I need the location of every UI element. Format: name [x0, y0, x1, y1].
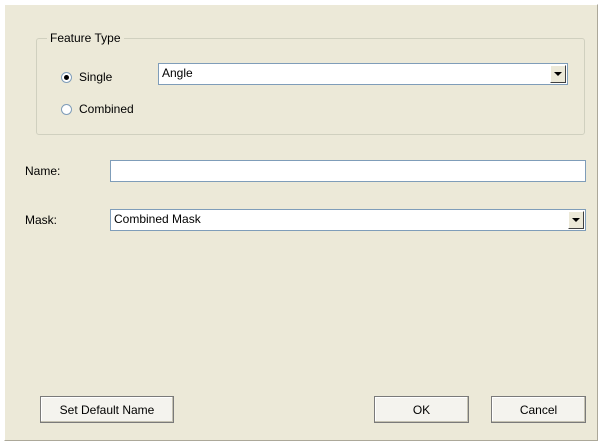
mask-combo[interactable]: Combined Mask [110, 209, 586, 231]
mask-label: Mask: [25, 213, 58, 227]
combined-radio-option[interactable]: Combined [61, 102, 134, 116]
cancel-button[interactable]: Cancel [491, 396, 586, 423]
chevron-down-icon [554, 72, 562, 76]
mask-dropdown-button[interactable] [568, 211, 584, 229]
single-feature-combo[interactable]: Angle [158, 63, 568, 85]
mask-value: Combined Mask [114, 212, 201, 226]
radio-selected-dot [64, 74, 69, 80]
single-radio[interactable] [61, 71, 72, 83]
single-feature-dropdown-button[interactable] [550, 65, 566, 83]
combined-radio-label: Combined [79, 102, 134, 116]
single-radio-label: Single [79, 70, 113, 84]
chevron-down-icon [572, 218, 580, 222]
name-input[interactable] [110, 160, 586, 182]
feature-type-legend: Feature Type [47, 31, 124, 45]
single-radio-option[interactable]: Single [61, 70, 112, 84]
single-feature-value: Angle [162, 66, 193, 80]
combined-radio[interactable] [61, 103, 72, 115]
name-label: Name: [25, 164, 61, 178]
set-default-name-button[interactable]: Set Default Name [40, 396, 174, 423]
feature-type-group [36, 38, 585, 135]
ok-button[interactable]: OK [374, 396, 469, 423]
